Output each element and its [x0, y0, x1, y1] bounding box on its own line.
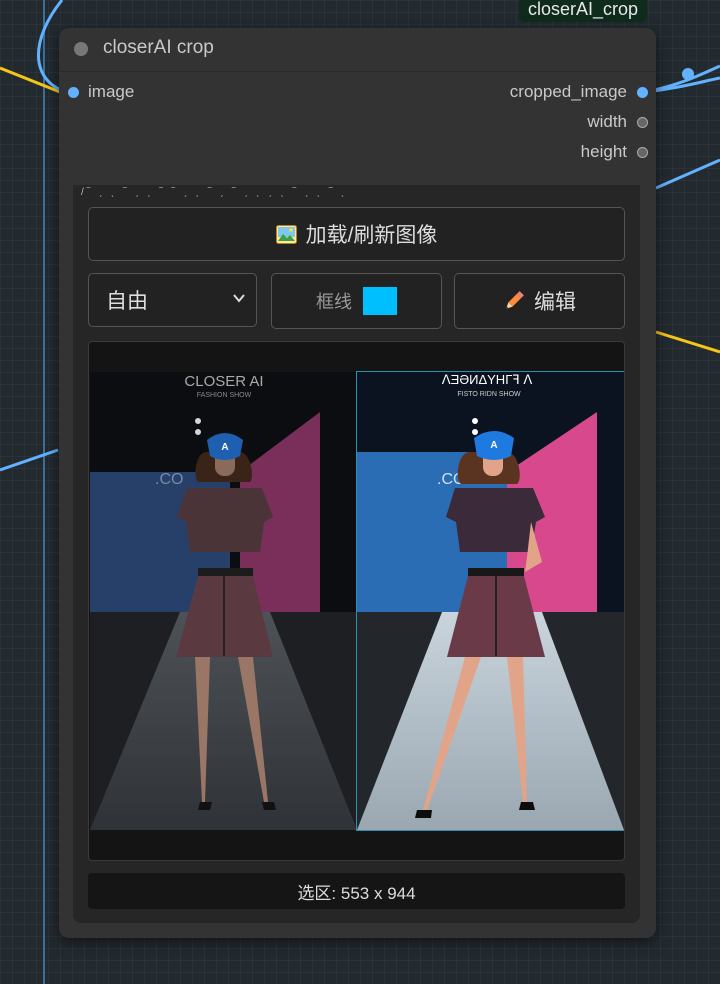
edit-button[interactable]: 编辑: [454, 273, 625, 329]
widget-area: /‾ ˏ ˎ ‾ ˏ ˎ ‾ ‾ ˏ ˎ ‾ ˏ ‾ ˏ ˎ ˏ ˎ ‾ ˏ ˎ…: [73, 185, 640, 923]
selection-info: 选区: 553 x 944: [88, 873, 625, 909]
pencil-icon: [506, 291, 524, 309]
left-subtitle-text: FASHION SHOW: [197, 392, 252, 399]
svg-text:A: A: [490, 440, 497, 451]
frame-line-color-button[interactable]: 框线: [271, 273, 442, 329]
ratio-mode-value: 自由: [106, 290, 148, 313]
left-brand-text: CLOSER AI: [184, 373, 263, 390]
node-id-label: closerAI_crop: [519, 0, 648, 22]
width-output-dot[interactable]: [637, 117, 648, 128]
cropped-image-output-label: cropped_image: [509, 82, 627, 101]
wire-yellow-left: [0, 66, 61, 94]
wire-blue-left-lower: [0, 448, 59, 472]
load-button-label: 加载/刷新图像: [305, 224, 438, 247]
image-icon: [275, 224, 297, 244]
right-brand-text: ᐱƎƏИΔYHГꟻ ᐱ: [442, 372, 533, 387]
height-output-dot[interactable]: [637, 147, 648, 158]
height-output-label: height: [580, 142, 627, 161]
svg-text:A: A: [221, 442, 228, 453]
frame-line-color-swatch[interactable]: [363, 287, 397, 315]
wire-blue-output-2: [644, 76, 720, 94]
cropped-image-output-dot[interactable]: [637, 87, 648, 98]
truncated-text-dashes: /‾ ˏ ˎ ‾ ˏ ˎ ‾ ‾ ˏ ˎ ‾ ˏ ‾ ˏ ˎ ˏ ˎ ‾ ˏ ˎ…: [81, 187, 348, 198]
image-preview[interactable]: .CO CLOSER AI FASHION SHOW A .CO ᐱƎƏИΔYH…: [88, 341, 625, 861]
width-output-label: width: [587, 112, 627, 131]
right-subtitle-text: FISTO RIDN SHOW: [457, 391, 521, 398]
load-refresh-image-button[interactable]: 加载/刷新图像: [88, 207, 625, 261]
crop-node[interactable]: closerAI crop image cropped_image width …: [59, 28, 656, 938]
frame-line-label: 框线: [316, 292, 352, 312]
chevron-down-icon: [233, 294, 245, 303]
wire-blue-right: [655, 158, 720, 190]
collapse-dot[interactable]: [74, 42, 88, 56]
node-title: closerAI crop: [103, 37, 214, 58]
image-input-dot[interactable]: [68, 87, 79, 98]
node-header[interactable]: closerAI crop: [59, 28, 656, 72]
edit-button-label: 编辑: [534, 291, 576, 314]
cropped-image: .CO ᐱƎƏИΔYHГꟻ ᐱ FISTO RIDN SHOW A: [356, 371, 624, 831]
ratio-mode-select[interactable]: 自由: [88, 273, 257, 327]
original-image: .CO CLOSER AI FASHION SHOW A: [90, 372, 357, 830]
wire-reroute-dot: [682, 68, 694, 80]
image-input-label: image: [88, 82, 135, 101]
svg-text:.CO: .CO: [155, 471, 183, 488]
wire-yellow-right: [655, 330, 720, 354]
